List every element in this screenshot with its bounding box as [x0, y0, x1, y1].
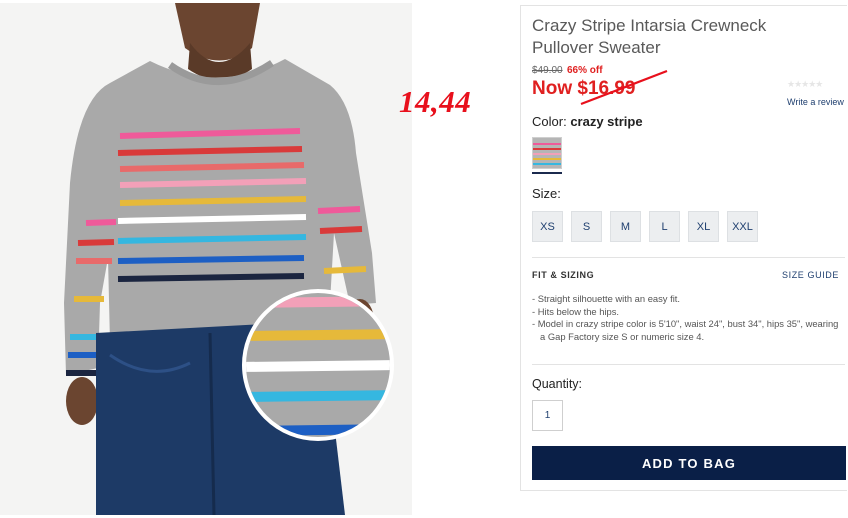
fit-details-list: Straight silhouette with an easy fit. Hi… — [532, 293, 842, 343]
selected-swatch-indicator — [532, 172, 562, 174]
handwritten-price-annotation: 14,44 — [399, 84, 472, 119]
quantity-input[interactable]: 1 — [532, 400, 563, 431]
size-label: Size: — [532, 186, 561, 201]
size-button-xs[interactable]: XS — [532, 211, 563, 242]
original-price: $49.00 — [532, 65, 563, 76]
write-review-link[interactable]: Write a review — [787, 97, 844, 107]
size-selector: XS S M L XL XXL — [532, 211, 758, 242]
price-strikethrough-mark — [580, 69, 668, 106]
divider — [532, 364, 845, 365]
swatch-stripes-icon — [533, 138, 561, 168]
quantity-label: Quantity: — [532, 377, 583, 391]
size-button-m[interactable]: M — [610, 211, 641, 242]
color-swatch-crazy-stripe[interactable] — [532, 137, 562, 169]
fit-detail-item: Model in crazy stripe color is 5'10", wa… — [532, 318, 842, 343]
add-to-bag-button[interactable]: ADD TO BAG — [532, 446, 846, 480]
size-button-s[interactable]: S — [571, 211, 602, 242]
fit-detail-item: Hits below the hips. — [532, 306, 842, 319]
color-value: crazy stripe — [570, 114, 643, 129]
product-details-panel: Crazy Stripe Intarsia Crewneck Pullover … — [520, 5, 847, 491]
size-guide-link[interactable]: SIZE GUIDE — [782, 270, 839, 280]
rating-stars-icon: ★★★★★ — [787, 79, 823, 89]
color-row: Color: crazy stripe — [532, 114, 643, 129]
divider — [532, 257, 845, 258]
size-button-xxl[interactable]: XXL — [727, 211, 758, 242]
product-photo-illustration — [0, 3, 412, 515]
product-title: Crazy Stripe Intarsia Crewneck Pullover … — [532, 16, 767, 57]
size-button-l[interactable]: L — [649, 211, 680, 242]
color-label: Color: — [532, 114, 567, 129]
fit-sizing-heading: FIT & SIZING — [532, 270, 595, 280]
fit-detail-item: Straight silhouette with an easy fit. — [532, 293, 842, 306]
size-button-xl[interactable]: XL — [688, 211, 719, 242]
product-image[interactable] — [0, 3, 412, 515]
